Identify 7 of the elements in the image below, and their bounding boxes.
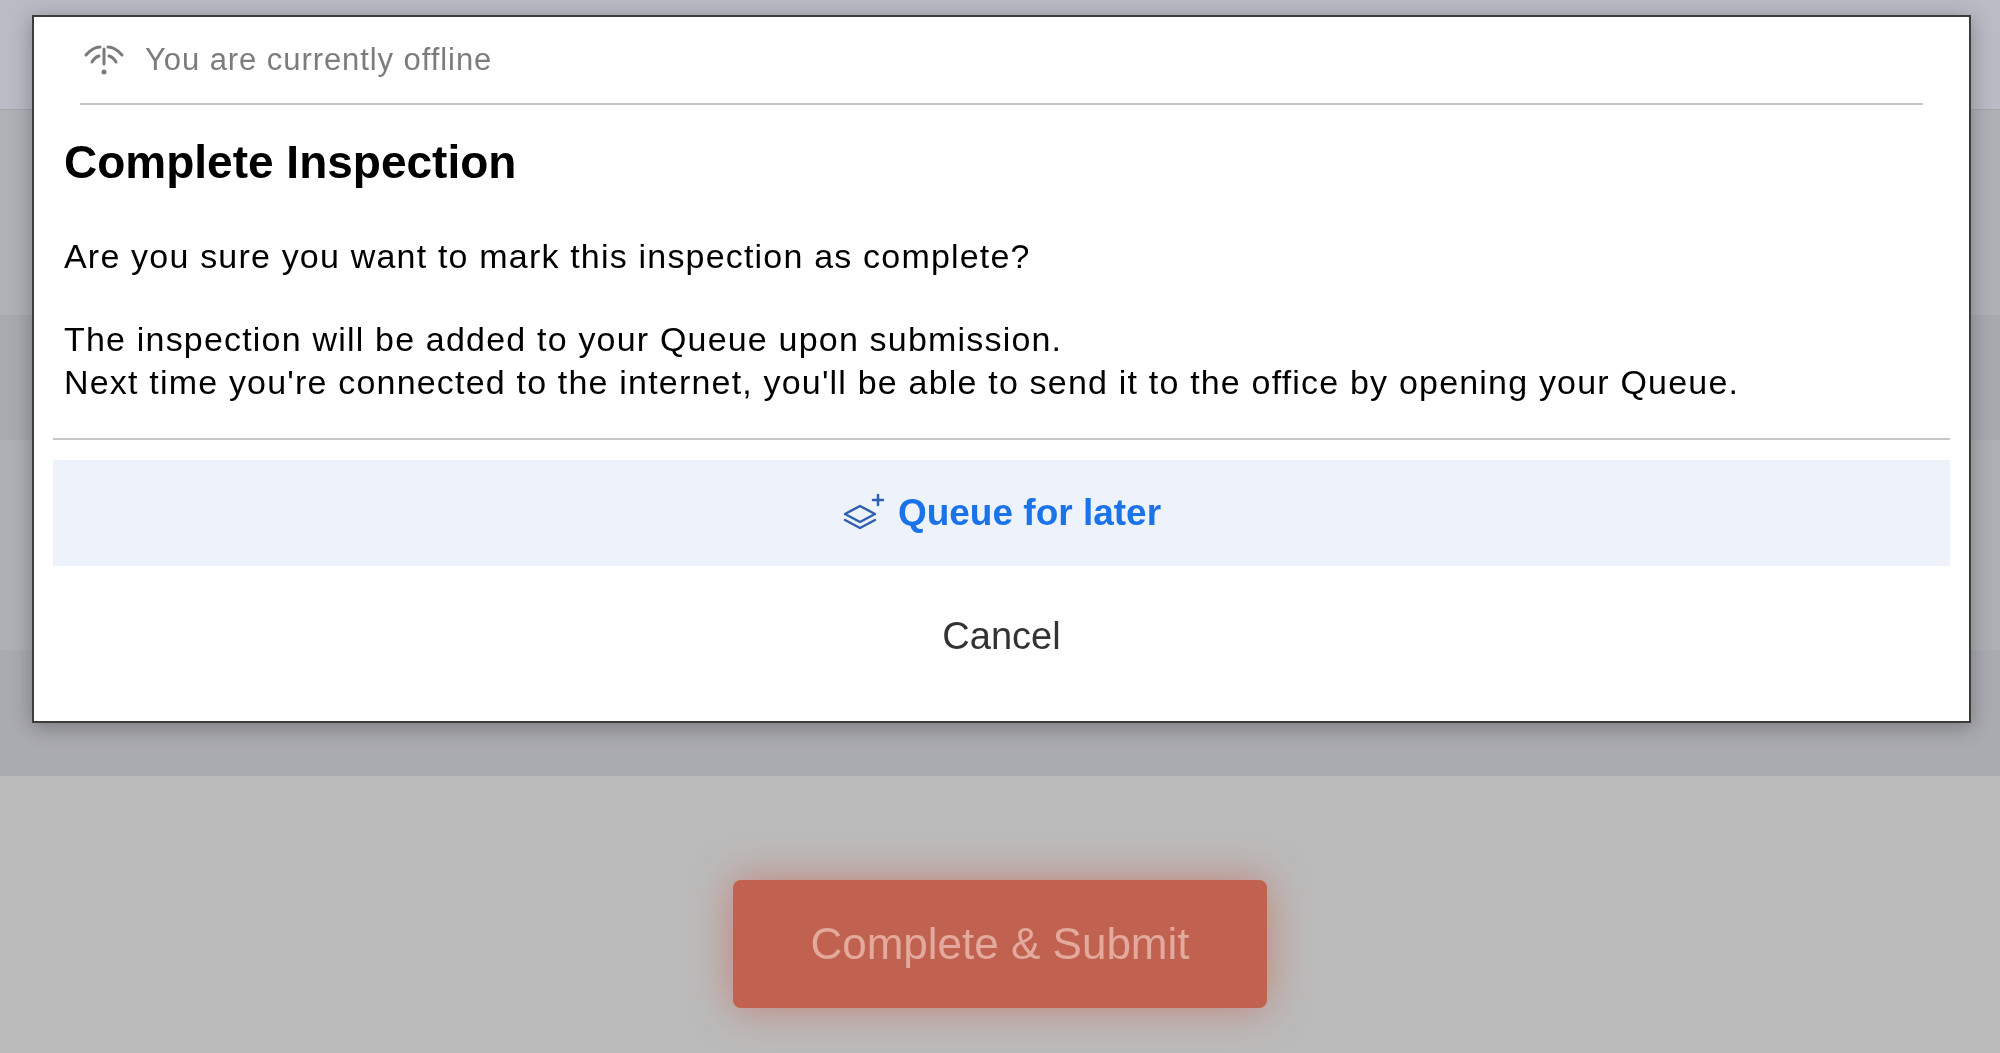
dialog-message: The inspection will be added to your Queue upon submission. Next time you're connected to the internet, you'll be able to send it to the office by opening your Queue. [64,319,1741,403]
submit-button[interactable]: Complete & Submit [733,880,1267,1008]
queue-button[interactable]: Queue for later [53,460,1950,566]
dialog-message: Are you sure you want to mark this inspection as complete? [64,236,1032,277]
cancel-button[interactable]: Cancel [53,566,1950,706]
wifi-off-icon [83,43,125,77]
offline-banner-text: You are currently offline [145,40,493,79]
